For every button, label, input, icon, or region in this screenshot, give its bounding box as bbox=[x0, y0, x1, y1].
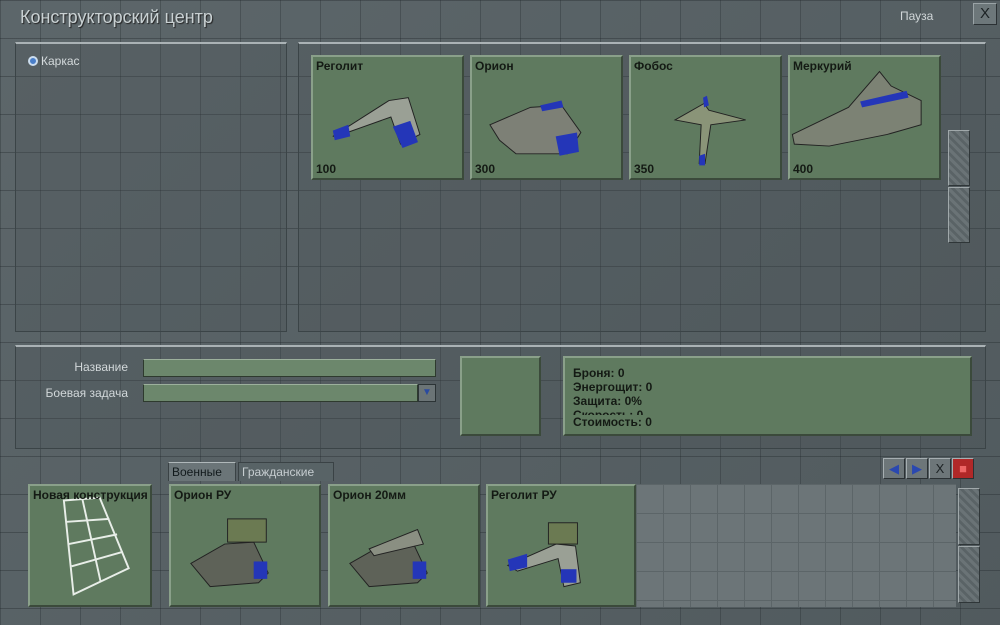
stat-speed: Скорость: 0 bbox=[573, 408, 644, 415]
phobos-body-icon bbox=[673, 95, 746, 166]
component-type-panel bbox=[15, 42, 287, 332]
design-name: Реголит РУ bbox=[491, 488, 557, 502]
stat-cost: Стоимость: 0 bbox=[573, 415, 652, 429]
close-button[interactable]: X bbox=[973, 3, 997, 25]
delete-design-button[interactable]: X bbox=[929, 458, 951, 479]
orion-rocket-tank-icon bbox=[190, 518, 269, 588]
stats-panel: Броня: 0 Энергощит: 0 Защита: 0% Скорост… bbox=[563, 356, 972, 436]
body-radio-label[interactable]: Каркас bbox=[41, 54, 80, 68]
design-preview bbox=[460, 356, 541, 436]
regolith-body-icon bbox=[332, 97, 421, 148]
design-scroll-down-button[interactable] bbox=[958, 546, 980, 603]
body-card-mercury[interactable]: Меркурий 400 bbox=[788, 55, 941, 180]
name-input[interactable] bbox=[143, 359, 436, 377]
body-cost: 300 bbox=[475, 162, 496, 176]
orion-body-icon bbox=[489, 100, 582, 156]
stat-armor: Броня: 0 bbox=[573, 366, 625, 380]
design-card[interactable]: Орион 20мм bbox=[328, 484, 480, 607]
new-design-card[interactable]: Новая конструкция bbox=[28, 484, 152, 607]
pause-button[interactable]: Пауза bbox=[900, 9, 933, 23]
chevron-down-icon[interactable]: ▼ bbox=[418, 384, 436, 402]
body-cost: 100 bbox=[316, 162, 337, 176]
window-title: Конструкторский центр bbox=[20, 7, 213, 27]
design-name: Орион 20мм bbox=[333, 488, 407, 502]
tab-military[interactable]: Военные bbox=[168, 462, 236, 481]
scroll-up-button[interactable] bbox=[948, 130, 970, 186]
body-name: Реголит bbox=[316, 59, 364, 73]
body-cost: 350 bbox=[634, 162, 655, 176]
arrow-left-icon[interactable]: ◀ bbox=[883, 458, 905, 479]
body-card-phobos[interactable]: Фобос 350 bbox=[629, 55, 782, 180]
save-icon[interactable]: ■ bbox=[952, 458, 974, 479]
stat-protection: Защита: 0% bbox=[573, 394, 642, 408]
body-radio-button[interactable] bbox=[28, 56, 38, 66]
body-cost: 400 bbox=[793, 162, 814, 176]
design-card[interactable]: Реголит РУ bbox=[486, 484, 636, 607]
mercury-body-icon bbox=[791, 70, 922, 147]
arrow-right-icon[interactable]: ▶ bbox=[906, 458, 928, 479]
design-name: Орион РУ bbox=[174, 488, 232, 502]
empty-design-slots bbox=[636, 484, 956, 607]
body-name: Орион bbox=[475, 59, 514, 73]
body-name: Фобос bbox=[634, 59, 673, 73]
regolith-rocket-icon bbox=[506, 522, 581, 588]
design-card[interactable]: Орион РУ bbox=[169, 484, 321, 607]
tab-civilian[interactable]: Гражданские bbox=[238, 462, 334, 481]
name-label: Название bbox=[74, 360, 128, 374]
new-design-label: Новая конструкция bbox=[33, 488, 148, 502]
blueprint-grid-icon bbox=[62, 496, 130, 596]
scroll-down-button[interactable] bbox=[948, 187, 970, 243]
design-scroll-up-button[interactable] bbox=[958, 488, 980, 545]
body-name: Меркурий bbox=[793, 59, 852, 73]
orion-20mm-tank-icon bbox=[349, 528, 428, 588]
task-select[interactable] bbox=[143, 384, 418, 402]
stat-shield: Энергощит: 0 bbox=[573, 380, 653, 394]
body-card-orion[interactable]: Орион 300 bbox=[470, 55, 623, 180]
task-label: Боевая задача bbox=[45, 386, 128, 400]
body-card-regolith[interactable]: Реголит 100 bbox=[311, 55, 464, 180]
